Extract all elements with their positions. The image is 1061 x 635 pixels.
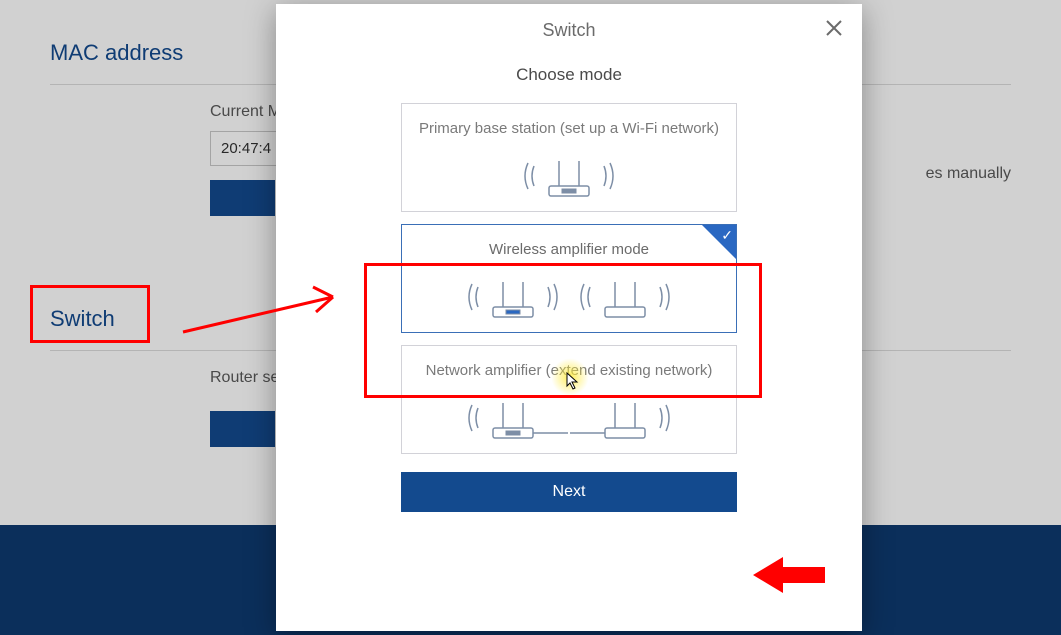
mac-input[interactable]: 20:47:4 <box>210 131 282 166</box>
network-amplifier-icon <box>414 389 724 443</box>
router-icon <box>414 147 724 201</box>
modal-header: Switch <box>276 4 862 51</box>
option-label: Primary base station (set up a Wi-Fi net… <box>414 120 724 137</box>
choose-mode-label: Choose mode <box>516 65 622 85</box>
option-wireless-amplifier[interactable]: ✓ Wireless amplifier mode <box>401 224 737 333</box>
option-network-amplifier[interactable]: Network amplifier (extend existing netwo… <box>401 345 737 454</box>
amplifier-icon <box>414 268 724 322</box>
option-primary-base[interactable]: Primary base station (set up a Wi-Fi net… <box>401 103 737 212</box>
close-button[interactable] <box>822 16 846 40</box>
manual-text: es manually <box>926 165 1011 183</box>
switch-modal: Switch Choose mode Primary base station … <box>276 4 862 631</box>
mac-submit-button[interactable] <box>210 180 275 216</box>
option-label: Network amplifier (extend existing netwo… <box>414 362 724 379</box>
close-icon <box>822 16 846 40</box>
check-icon: ✓ <box>721 227 733 244</box>
router-submit-button[interactable] <box>210 411 275 447</box>
next-button[interactable]: Next <box>401 472 737 512</box>
modal-title: Switch <box>542 20 595 40</box>
option-label: Wireless amplifier mode <box>414 241 724 258</box>
